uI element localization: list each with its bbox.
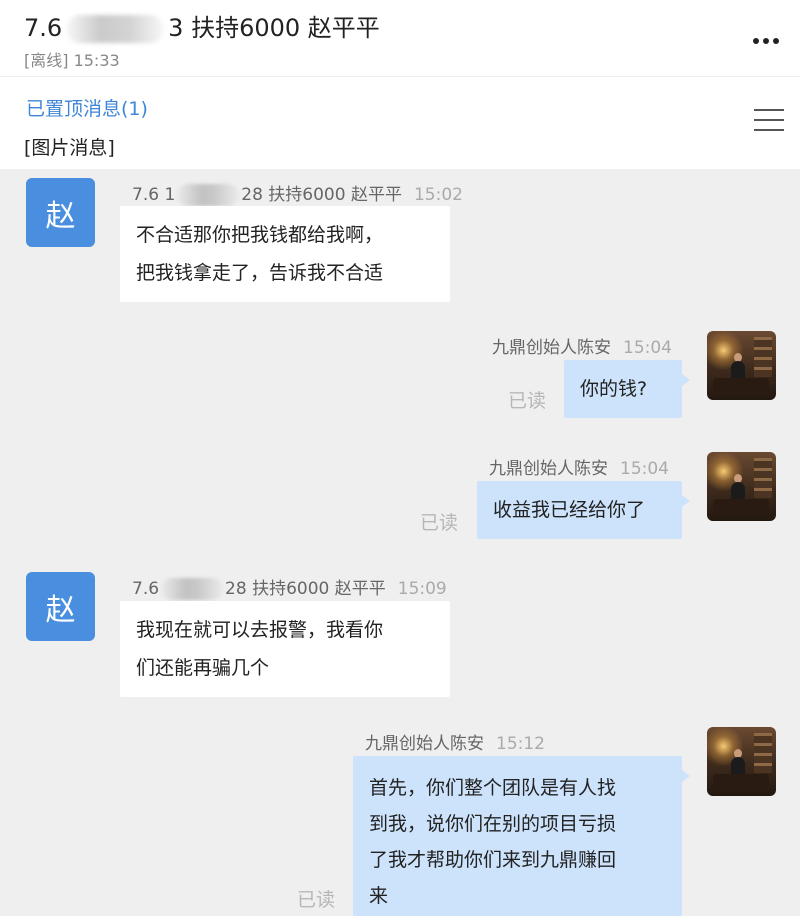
- message-time: 15:12: [496, 734, 545, 754]
- pinned-message-title[interactable]: 已置顶消息(1): [26, 94, 148, 121]
- message-time: 15:09: [397, 579, 447, 599]
- online-status: [离线] 15:33: [24, 51, 120, 70]
- message-bubble[interactable]: 首先，你们整个团队是有人找 到我，说你们在别的项目亏损 了我才帮助你们来到九鼎赚…: [353, 756, 690, 916]
- message-time: 15:02: [413, 185, 463, 205]
- read-receipt: 已读: [508, 390, 547, 412]
- sender-name: 九鼎创始人陈安: [489, 459, 608, 479]
- message-meta: 九鼎创始人陈安 15:12: [365, 729, 545, 754]
- more-options-button[interactable]: [746, 18, 786, 58]
- redaction-mask: [66, 15, 165, 43]
- read-receipt: 已读: [420, 512, 459, 534]
- pinned-message-bar[interactable]: 已置顶消息(1) [图片消息]: [0, 77, 800, 169]
- message-text-line: 我现在就可以去报警，我看你: [136, 619, 384, 641]
- contact-avatar[interactable]: 赵: [26, 178, 95, 247]
- message-bubble[interactable]: 你的钱?: [564, 360, 690, 418]
- sender-name-prefix: 7.6: [132, 579, 160, 599]
- message-meta: 7.6 28 扶持6000 赵平平 15:09: [132, 574, 447, 600]
- message-meta: 7.6 1 28 扶持6000 赵平平 15:02: [132, 180, 463, 206]
- message-text-line: 你的钱?: [580, 378, 648, 400]
- message-bubble[interactable]: 不合适那你把我钱都给我啊， 把我钱拿走了，告诉我不合适: [120, 206, 450, 302]
- sender-name-prefix: 7.6 1: [132, 185, 176, 205]
- message-text-line: 不合适那你把我钱都给我啊，: [136, 224, 384, 246]
- message-text-line: 了我才帮助你们来到九鼎赚回: [369, 849, 617, 871]
- pinned-message-preview: [图片消息]: [24, 137, 115, 159]
- redaction-mask: [177, 184, 240, 206]
- sender-name-suffix: 28 扶持6000 赵平平: [225, 579, 386, 599]
- contact-avatar[interactable]: 赵: [26, 572, 95, 641]
- read-receipt: 已读: [297, 889, 336, 911]
- chat-header: 7.6 3 扶持6000 赵平平 [离线] 15:33: [0, 0, 800, 77]
- user-avatar[interactable]: [707, 727, 776, 796]
- redaction-mask: [161, 578, 224, 600]
- user-avatar[interactable]: [707, 331, 776, 400]
- message-text-line: 们还能再骗几个: [136, 657, 270, 679]
- message-time: 15:04: [623, 338, 672, 358]
- chat-title-prefix: 7.6: [24, 14, 63, 42]
- message-text-line: 把我钱拿走了，告诉我不合适: [136, 262, 384, 284]
- sender-name: 九鼎创始人陈安: [492, 338, 611, 358]
- chat-title-suffix: 3 扶持6000 赵平平: [168, 14, 380, 42]
- user-avatar[interactable]: [707, 452, 776, 521]
- message-text-line: 到我，说你们在别的项目亏损: [369, 813, 617, 835]
- message-meta: 九鼎创始人陈安 15:04: [489, 454, 669, 479]
- message-bubble[interactable]: 收益我已经给你了: [477, 481, 690, 539]
- menu-lines-icon[interactable]: [754, 107, 784, 133]
- message-bubble[interactable]: 我现在就可以去报警，我看你 们还能再骗几个: [120, 601, 450, 697]
- sender-name: 九鼎创始人陈安: [365, 734, 484, 754]
- sender-name-suffix: 28 扶持6000 赵平平: [241, 185, 402, 205]
- more-dots-icon: [751, 29, 781, 48]
- chat-title: 7.6 3 扶持6000 赵平平: [24, 8, 380, 43]
- message-text-line: 收益我已经给你了: [493, 499, 646, 521]
- message-meta: 九鼎创始人陈安 15:04: [492, 333, 672, 358]
- message-time: 15:04: [620, 459, 669, 479]
- message-text-line: 首先，你们整个团队是有人找: [369, 777, 617, 799]
- message-text-line: 来: [369, 885, 389, 907]
